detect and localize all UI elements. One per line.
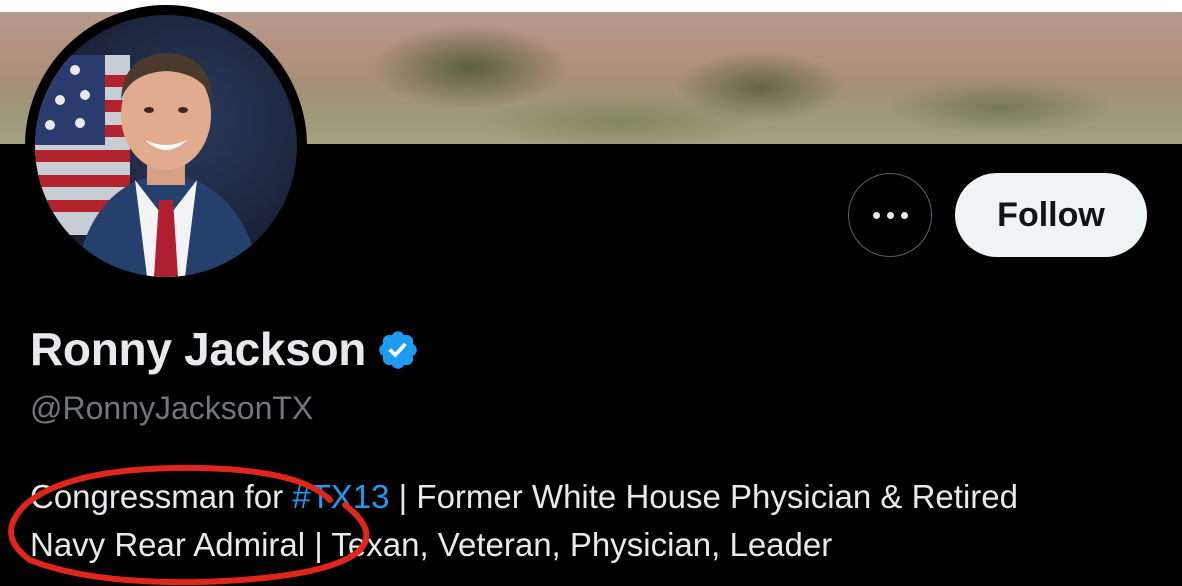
follow-button[interactable]: Follow [955, 173, 1147, 257]
name-row: Ronny Jackson [30, 322, 420, 376]
verified-badge-icon[interactable] [376, 328, 420, 372]
avatar-portrait [35, 53, 260, 277]
more-horizontal-icon [872, 211, 908, 219]
hashtag-link[interactable]: #TX13 [292, 478, 389, 515]
display-name: Ronny Jackson [30, 323, 367, 375]
bio-text: Congressman for [30, 478, 293, 515]
user-handle: @RonnyJacksonTX [30, 390, 314, 426]
avatar[interactable] [35, 15, 297, 277]
more-options-button[interactable] [848, 173, 932, 257]
profile-bio: Congressman for #TX13 | Former White Hou… [30, 473, 1150, 569]
bio-text: | Former White House Physician & Retired [389, 478, 1018, 515]
bio-text: Navy Rear Admiral | Texan, Veteran, Phys… [30, 526, 833, 563]
